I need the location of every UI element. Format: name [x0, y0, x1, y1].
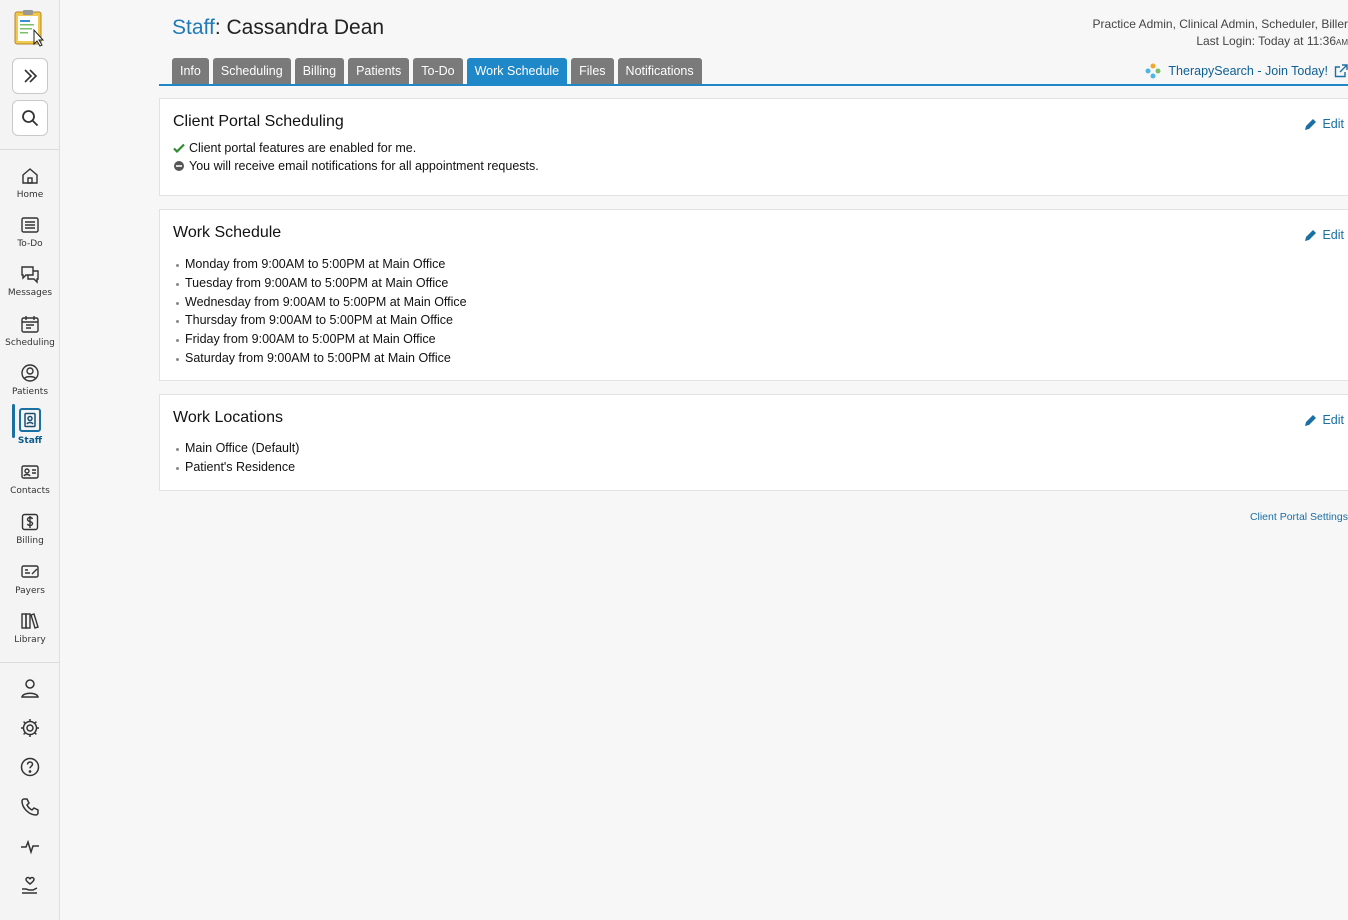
schedule-item: Monday from 9:00AM to 5:00PM at Main Off…	[175, 257, 446, 271]
pencil-icon	[1305, 119, 1317, 130]
location-item: Main Office (Default)	[175, 441, 300, 455]
double-chevron-right-icon	[24, 69, 38, 83]
client-portal-scheduling-title: Client Portal Scheduling	[173, 113, 344, 130]
promo-label: TherapySearch - Join Today!	[1168, 64, 1328, 78]
payment-icon	[21, 565, 39, 578]
nav-scheduling-label: Scheduling	[5, 338, 55, 348]
portal-notification-text: You will receive email notifications for…	[189, 159, 539, 173]
nav-library-label: Library	[14, 635, 46, 645]
nav-payers-label: Payers	[15, 586, 45, 596]
nav-staff-label: Staff	[17, 436, 43, 446]
client-portal-scheduling-panel: Client Portal Scheduling Edit Client por…	[159, 98, 1348, 196]
breadcrumb-separator: :	[214, 16, 227, 39]
nav-todo[interactable]: To-Do	[0, 213, 59, 259]
nav-contacts-label: Contacts	[10, 486, 50, 496]
nav-billing-label: Billing	[16, 536, 44, 546]
nav-payers[interactable]: Payers	[0, 560, 59, 606]
therapysearch-promo-link[interactable]: TherapySearch - Join Today!	[1144, 62, 1348, 80]
list-icon	[21, 217, 39, 233]
help-icon[interactable]	[19, 756, 41, 778]
search-icon	[22, 110, 39, 127]
search-button[interactable]	[12, 100, 48, 136]
work-schedule-title: Work Schedule	[173, 224, 282, 241]
portal-enabled-text: Client portal features are enabled for m…	[189, 141, 417, 155]
work-locations-title: Work Locations	[173, 409, 283, 426]
portal-notification-status: You will receive email notifications for…	[173, 159, 539, 173]
page-title: Staff: Cassandra Dean	[172, 16, 384, 40]
contact-card-icon	[21, 465, 39, 479]
tab-info[interactable]: Info	[172, 58, 209, 84]
calendar-icon	[21, 316, 39, 333]
user-icon[interactable]	[19, 677, 41, 699]
phone-icon[interactable]	[19, 796, 41, 818]
pencil-icon	[1305, 230, 1317, 241]
schedule-item: Thursday from 9:00AM to 5:00PM at Main O…	[176, 313, 453, 327]
header-meta: Practice Admin, Clinical Admin, Schedule…	[1093, 16, 1348, 51]
edit-client-portal-button[interactable]: Edit	[1304, 117, 1344, 131]
therapynotes-logo[interactable]	[12, 8, 48, 48]
nav-messages[interactable]: Messages	[0, 262, 59, 308]
nav-library[interactable]: Library	[0, 609, 59, 655]
work-locations-panel: Work Locations Edit Main Office (Default…	[159, 394, 1348, 491]
dollar-icon	[21, 513, 39, 531]
nav-todo-label: To-Do	[17, 239, 43, 249]
pencil-icon	[1305, 415, 1317, 426]
client-portal-settings-link[interactable]: Client Portal Settings	[1250, 511, 1348, 523]
nav-staff[interactable]: Staff	[0, 408, 59, 454]
location-item: Patient's Residence	[175, 460, 296, 474]
schedule-item: Wednesday from 9:00AM to 5:00PM at Main …	[176, 295, 467, 309]
portal-enabled-status: Client portal features are enabled for m…	[173, 141, 416, 155]
sidebar-divider	[0, 662, 59, 663]
hand-heart-icon[interactable]	[19, 874, 41, 896]
pulse-icon[interactable]	[19, 835, 41, 857]
tab-patients[interactable]: Patients	[348, 58, 410, 84]
tab-scheduling[interactable]: Scheduling	[212, 58, 291, 84]
sidebar: Home To-Do Messages Scheduling Patients …	[0, 0, 60, 920]
breadcrumb-staff-link[interactable]: Staff	[172, 16, 215, 39]
staff-icon-box	[19, 408, 41, 432]
books-icon	[21, 613, 39, 629]
nav-patients[interactable]: Patients	[0, 361, 59, 407]
user-circle-icon	[21, 364, 39, 382]
nav-billing[interactable]: Billing	[0, 510, 59, 556]
schedule-item: Friday from 9:00AM to 5:00PM at Main Off…	[176, 332, 436, 346]
nav-home[interactable]: Home	[0, 164, 59, 210]
edit-label: Edit	[1322, 117, 1344, 131]
home-icon	[22, 168, 38, 184]
expand-sidebar-button[interactable]	[12, 58, 48, 94]
tab-files[interactable]: Files	[571, 58, 614, 84]
chat-icon	[21, 266, 39, 284]
therapysearch-logo-icon	[1145, 63, 1161, 79]
tab-work-schedule[interactable]: Work Schedule	[466, 58, 568, 84]
nav-home-label: Home	[16, 190, 44, 200]
last-login-ampm: AM	[1336, 38, 1348, 47]
nav-messages-label: Messages	[7, 288, 53, 298]
tab-billing[interactable]: Billing	[294, 58, 345, 84]
last-login: Last Login: Today at 11:36AM	[1093, 33, 1348, 51]
sidebar-divider	[0, 149, 59, 150]
edit-work-locations-button[interactable]: Edit	[1304, 413, 1344, 427]
staff-name: Cassandra Dean	[226, 16, 385, 39]
tab-notifications[interactable]: Notifications	[617, 58, 702, 84]
badge-icon	[24, 412, 36, 428]
external-link-icon	[1334, 64, 1348, 78]
gear-icon[interactable]	[19, 717, 41, 739]
nav-patients-label: Patients	[11, 387, 49, 397]
tab-underline	[159, 84, 1348, 86]
minus-circle-icon	[174, 161, 184, 171]
nav-scheduling[interactable]: Scheduling	[0, 312, 59, 358]
edit-work-schedule-button[interactable]: Edit	[1304, 228, 1344, 242]
tab-bar: Info Scheduling Billing Patients To-Do W…	[172, 58, 702, 84]
checkmark-icon	[173, 143, 185, 154]
last-login-text: Last Login: Today at 11:36	[1196, 34, 1336, 48]
edit-label: Edit	[1322, 413, 1344, 427]
edit-label: Edit	[1322, 228, 1344, 242]
schedule-item: Saturday from 9:00AM to 5:00PM at Main O…	[176, 351, 451, 365]
staff-roles: Practice Admin, Clinical Admin, Schedule…	[1092, 17, 1348, 31]
schedule-item: Tuesday from 9:00AM to 5:00PM at Main Of…	[175, 276, 449, 290]
nav-contacts[interactable]: Contacts	[0, 460, 59, 506]
tab-todo[interactable]: To-Do	[413, 58, 463, 84]
work-schedule-panel: Work Schedule Edit Monday from 9:00AM to…	[159, 209, 1348, 381]
